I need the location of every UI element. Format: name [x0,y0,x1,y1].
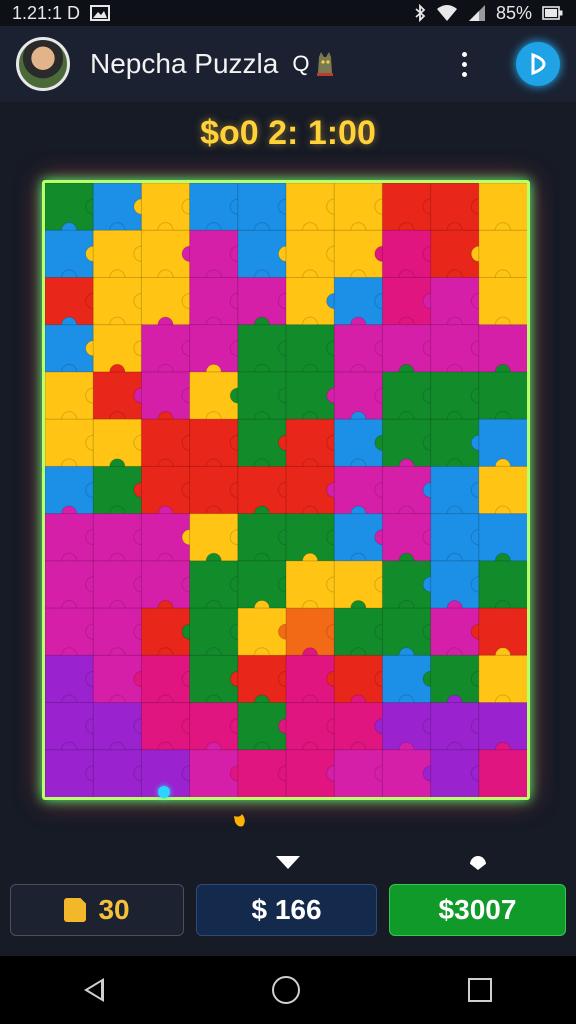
shield-marker-icon [470,856,486,870]
home-icon[interactable] [272,976,300,1004]
buy-label: $3007 [438,894,517,925]
status-right: 85% [414,3,564,24]
back-icon[interactable] [84,978,104,1002]
image-icon [90,5,111,21]
more-options-button[interactable] [452,44,476,84]
pieces-button[interactable]: 30 [10,884,185,936]
recents-icon[interactable] [468,978,492,1002]
status-bar: 1.21:1 D 85% [0,0,576,26]
brand-icon [531,52,546,76]
piece-bag-icon [64,898,87,922]
navigation-bar [0,956,576,1024]
pieces-count: 30 [98,894,130,925]
buy-button[interactable]: $3007 [388,884,566,936]
wifi-icon [436,5,457,21]
mascot-icon [317,52,334,76]
flame-icon [234,814,245,827]
avatar[interactable] [16,37,70,91]
pointer-marker [276,856,300,869]
bluetooth-icon [415,4,426,22]
brand-button[interactable] [516,42,560,86]
app-title: Nepcha Puzzla [90,48,279,79]
spark-dot [158,786,170,798]
status-time: 1.21:1 D [12,2,81,23]
battery-icon [542,6,563,20]
puzzle-piece[interactable] [478,749,527,797]
puzzle-board[interactable] [42,180,530,800]
puzzle-grid[interactable] [45,183,527,797]
timer: $o0 2: 1:00 [200,114,376,152]
coins-label: $ 166 [251,894,322,925]
signal-icon [468,5,485,21]
coins-button[interactable]: $ 166 [196,884,377,936]
more-vert-icon [461,51,467,57]
battery-percent: 85% [495,2,532,23]
title-glyph: Q [292,51,310,76]
more-vert-dot [461,71,467,77]
status-left: 1.21:1 D [12,2,111,24]
app-bar: Nepcha Puzzla Q [0,26,576,102]
bottom-actions: 30 $ 166 $3007 [10,884,566,936]
more-vert-dot [461,61,467,67]
